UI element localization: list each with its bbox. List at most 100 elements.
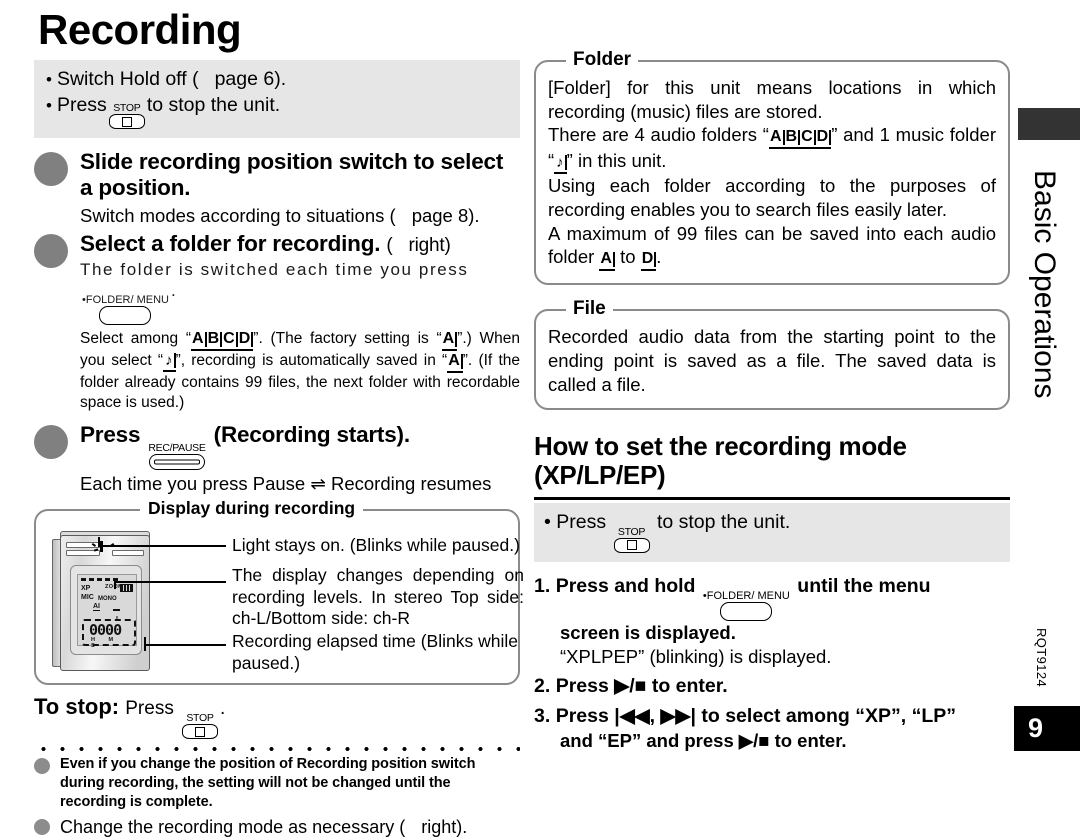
file-callout-body: Recorded audio data from the starting po… <box>548 326 996 395</box>
lcd-frame: XP MIC MONO AI ZOOM L 0000 H M S <box>70 565 142 656</box>
to-stop-label: To stop: <box>34 694 120 720</box>
mode-steps-list: 1. Press and hold •FOLDER/ MENU until th… <box>534 574 1010 754</box>
display-during-recording-figure: Display during recording XP MIC MONO AI … <box>34 500 524 686</box>
rec-pause-button-label: REC/PAUSE <box>148 442 206 455</box>
step-1: Slide recording position switch to selec… <box>34 149 520 227</box>
folder-letter-d-icon: D <box>815 129 832 150</box>
step-2: Select a folder for recording. (right) T… <box>34 231 520 413</box>
step-3-heading-after: (Recording starts). <box>213 422 410 448</box>
step-1-bullet-icon <box>34 152 68 187</box>
figure-note-3: Recording elapsed time (Blinks while pau… <box>232 631 518 673</box>
step-2-heading: Select a folder for recording. (right) <box>80 231 520 257</box>
top-note-2-after: to stop the unit. <box>146 94 281 117</box>
folder-p1: [Folder] for this unit means locations i… <box>548 77 996 122</box>
figure-note-1: Light stays on. (Blinks while paused.) <box>232 535 520 556</box>
folder-p2: There are 4 audio folders “A B C D” and 1 m… <box>548 123 996 175</box>
folder-p2-c: ” in this unit. <box>566 150 667 172</box>
mode-step-1-b: until the menu <box>797 574 931 597</box>
step-2-sub-before: The folder is switched each time you pre… <box>80 260 469 280</box>
bullet-icon: • <box>46 96 52 116</box>
lcd-time-units: H M S <box>91 637 120 650</box>
figure-note-2: The display changes depending on recordi… <box>232 565 524 629</box>
mode-step-2-num: 2. <box>534 674 551 697</box>
stop-button-label: STOP <box>186 712 214 725</box>
folder-p4: A maximum of 99 files can be saved into … <box>548 222 996 272</box>
folder-letter-a-icon: A <box>447 353 463 374</box>
mode-section-heading: How to set the recording mode (XP/LP/EP) <box>534 432 1010 490</box>
mode-step-3-num: 3. <box>534 705 551 728</box>
sidebar-doc-code: RQT9124 <box>1034 628 1049 688</box>
fine-2: ”. (The factory setting is “ <box>253 330 442 348</box>
bottom-note-2-after: right). <box>421 817 468 838</box>
mode-step-1-d: “XPLPEP” (blinking) is displayed. <box>560 645 832 667</box>
page-number-badge: 9 <box>1014 706 1080 751</box>
mode-step-3-a: Press |◀◀, ▶▶| to select among “XP”, “LP… <box>555 705 957 728</box>
mode-step-2: 2. Press ▶/■ to enter. <box>534 674 1010 699</box>
sidebar-section-title: Basic Operations <box>1028 170 1061 399</box>
music-folder-icon: ♪ <box>163 353 176 373</box>
to-stop-period: . <box>219 698 226 720</box>
stop-button-label: STOP <box>617 525 646 538</box>
bottom-note-1: Even if you change the position of Recor… <box>34 755 520 812</box>
bottom-note-2-before: Change the recording mode as necessary ( <box>60 817 406 838</box>
step-2-ref-open: ( <box>386 234 393 256</box>
stop-button-icon: STOP <box>181 712 218 740</box>
bottom-note-2: Change the recording mode as necessary (… <box>34 816 520 839</box>
mode-step-1-num: 1. <box>534 574 551 597</box>
stop-button-shape <box>613 537 650 553</box>
step-2-bullet-icon <box>34 233 68 268</box>
lcd-mode-label: XP <box>81 585 91 593</box>
to-stop-line: To stop: Press STOP . <box>34 694 520 740</box>
folder-letter-a-icon: A <box>768 129 785 150</box>
step-1-sub-before: Switch modes according to situations ( <box>80 204 396 226</box>
section-tab-marker <box>1018 108 1080 140</box>
device-illustration: XP MIC MONO AI ZOOM L 0000 H M S <box>52 529 164 672</box>
to-stop-press: Press <box>125 698 174 720</box>
folder-letter-d-icon: D <box>640 251 657 272</box>
mode-band-after: to stop the unit. <box>656 510 791 533</box>
top-note-1-after: page 6). <box>214 68 287 91</box>
battery-icon <box>120 584 133 593</box>
step-3-bullet-icon <box>34 425 68 460</box>
gray-bullet-icon <box>34 819 50 836</box>
step-3-heading: Press REC/PAUSE (Recording starts). <box>80 422 520 471</box>
step-2-sub: The folder is switched each time you pre… <box>80 259 520 326</box>
folder-letter-c-icon: C <box>800 129 816 150</box>
top-note-2-before: Press <box>56 94 107 117</box>
leader-tick-2 <box>114 581 116 590</box>
lcd-screen: XP MIC MONO AI ZOOM L 0000 H M S <box>77 574 137 650</box>
page-title: Recording <box>38 6 242 53</box>
folder-menu-button-icon: •FOLDER/ MENU <box>82 295 169 326</box>
stop-button-label: STOP <box>113 102 141 115</box>
heading-rule <box>534 496 1010 500</box>
manual-page: Recording • Switch Hold off ( page 6). •… <box>0 0 1080 837</box>
step-2-sub-after: . <box>170 281 178 301</box>
figure-title: Display during recording <box>140 500 364 518</box>
leader-tick-3 <box>144 637 146 652</box>
left-column: Recording • Switch Hold off ( page 6). •… <box>34 6 524 839</box>
rec-pause-button-icon: REC/PAUSE <box>148 442 206 471</box>
lcd-mono-label: MONO <box>98 596 117 603</box>
stop-button-shape <box>181 724 218 740</box>
folder-letter-a-icon: A <box>441 331 458 352</box>
step-2-fine-print: Select among “A B C D”. (The factory settin… <box>80 329 520 412</box>
step-3: Press REC/PAUSE (Recording starts). Each… <box>34 422 520 495</box>
speaker-grill-icon <box>112 550 144 557</box>
folder-menu-button-label: •FOLDER/ MENU <box>702 589 790 602</box>
step-1-sub-after: page 8). <box>411 204 480 226</box>
step-2-heading-text: Select a folder for recording. <box>80 230 381 256</box>
mode-band-before: Press <box>556 510 607 533</box>
mode-heading-line-1: How to set the recording mode <box>534 431 907 462</box>
top-note-band: • Switch Hold off ( page 6). • Press STO… <box>34 60 520 139</box>
top-note-1-before: Switch Hold off ( <box>56 68 199 91</box>
folder-menu-button-icon: •FOLDER/ MENU <box>702 589 790 621</box>
file-callout: File Recorded audio data from the starti… <box>534 299 1010 411</box>
mode-heading-line-2: (XP/LP/EP) <box>534 460 666 491</box>
step-1-heading: Slide recording position switch to selec… <box>80 149 504 201</box>
stop-button-shape <box>108 114 145 130</box>
folder-callout-body: [Folder] for this unit means locations i… <box>548 76 996 272</box>
folder-letter-a-icon: A <box>599 251 615 272</box>
music-folder-icon: ♪ <box>554 155 567 175</box>
leader-line-3 <box>144 644 226 647</box>
lcd-elapsed-time: 0000 <box>89 621 122 640</box>
